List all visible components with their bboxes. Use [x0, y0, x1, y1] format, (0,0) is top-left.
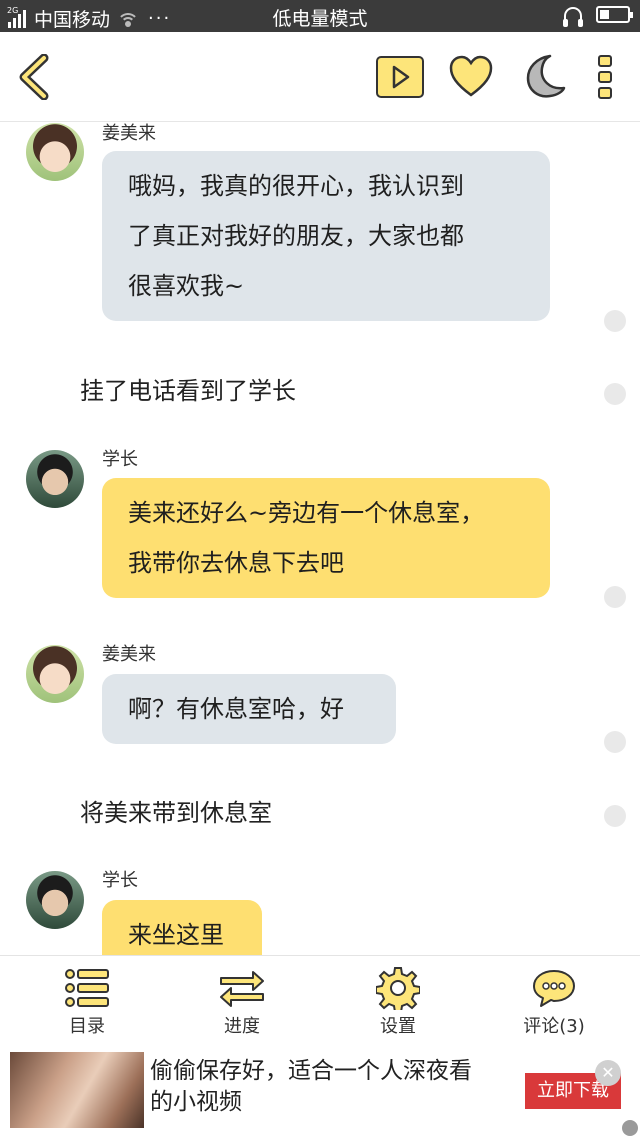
paragraph-comment-dot[interactable] [604, 310, 626, 332]
ad-text-line: 偷偷保存好，适合一个人深夜看 [150, 1058, 472, 1084]
ad-banner[interactable]: 偷偷保存好，适合一个人深夜看 的小视频 立即下载 ✕ [0, 1040, 640, 1138]
speaker-name: 学长 [102, 449, 138, 470]
avatar[interactable] [26, 645, 84, 703]
nav-item-comments[interactable]: 评论(3) [494, 966, 614, 1038]
corner-indicator-icon [622, 1120, 638, 1136]
speaker-name: 学长 [102, 870, 138, 891]
message-line: 很喜欢我~ [128, 272, 245, 300]
paragraph-comment-dot[interactable] [604, 731, 626, 753]
power-mode-label: 低电量模式 [272, 8, 368, 30]
message-line: 了真正对我好的朋友，大家也都 [128, 222, 464, 250]
nav-item-settings[interactable]: 设置 [338, 966, 458, 1038]
message-bubble[interactable]: 美来还好么~旁边有一个休息室， 我带你去休息下去吧 [102, 478, 550, 598]
status-bar: 2G 中国移动 ··· 低电量模式 [0, 0, 640, 32]
back-icon[interactable] [16, 54, 52, 100]
close-icon[interactable]: ✕ [595, 1060, 621, 1086]
reader-toolbar [0, 32, 640, 122]
headset-icon [563, 6, 583, 27]
nav-item-catalog[interactable]: 目录 [27, 966, 147, 1038]
narration-text: 将美来带到休息室 [80, 799, 272, 827]
nav-label: 设置 [380, 1016, 416, 1037]
message-line: 我带你去休息下去吧 [128, 549, 344, 577]
play-icon[interactable] [376, 56, 424, 98]
nav-label: 评论(3) [523, 1016, 585, 1037]
ad-image[interactable] [10, 1052, 144, 1128]
paragraph-comment-dot[interactable] [604, 383, 626, 405]
message-bubble[interactable]: 啊？有休息室哈，好 [102, 674, 396, 744]
bottom-nav: 目录 进度 设置 评论(3) [0, 955, 640, 1040]
battery-icon [596, 6, 633, 23]
arrows-icon [220, 971, 264, 1007]
moon-icon[interactable] [520, 52, 566, 100]
comment-icon [533, 970, 575, 1007]
chat-area[interactable]: 姜美来 哦妈，我真的很开心，我认识到 了真正对我好的朋友，大家也都 很喜欢我~ … [0, 123, 640, 955]
message-line: 哦妈，我真的很开心，我认识到 [128, 172, 464, 200]
speaker-name: 姜美来 [102, 644, 156, 665]
speaker-name: 姜美来 [102, 123, 156, 144]
ad-text-line: 的小视频 [150, 1089, 242, 1115]
nav-item-progress[interactable]: 进度 [182, 966, 302, 1038]
narration-text: 挂了电话看到了学长 [80, 377, 296, 405]
avatar[interactable] [26, 123, 84, 181]
ad-text[interactable]: 偷偷保存好，适合一个人深夜看 的小视频 [150, 1056, 510, 1118]
gear-icon [376, 967, 420, 1010]
message-bubble[interactable]: 哦妈，我真的很开心，我认识到 了真正对我好的朋友，大家也都 很喜欢我~ [102, 151, 550, 321]
message-line: 啊？有休息室哈，好 [128, 695, 344, 723]
paragraph-comment-dot[interactable] [604, 805, 626, 827]
avatar[interactable] [26, 450, 84, 508]
paragraph-comment-dot[interactable] [604, 586, 626, 608]
message-line: 来坐这里 [128, 921, 224, 949]
more-vertical-icon[interactable] [596, 54, 614, 100]
message-line: 美来还好么~旁边有一个休息室， [128, 499, 485, 527]
nav-label: 目录 [69, 1016, 105, 1037]
list-icon [65, 969, 109, 1007]
nav-label: 进度 [224, 1016, 260, 1037]
message-bubble[interactable]: 来坐这里 [102, 900, 262, 955]
heart-icon[interactable] [448, 54, 494, 100]
avatar[interactable] [26, 871, 84, 929]
